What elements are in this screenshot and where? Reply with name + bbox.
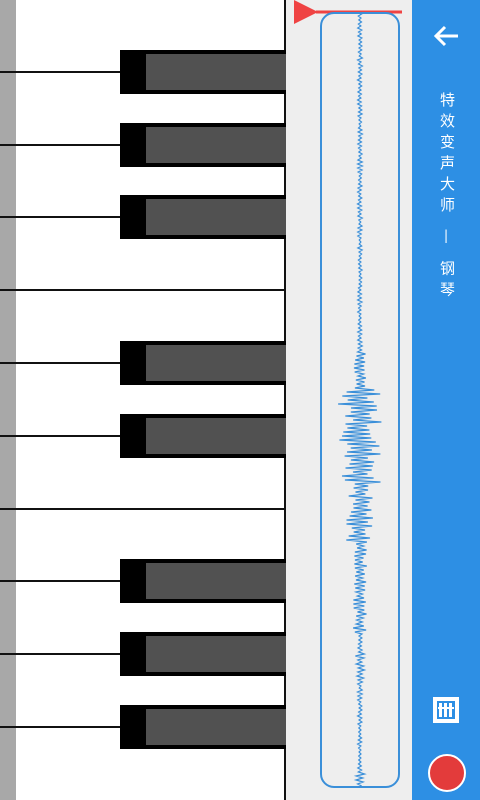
black-key-7[interactable]: [120, 632, 286, 676]
black-key-5[interactable]: [120, 414, 286, 458]
black-key-body: [146, 636, 286, 672]
waveform-scroll-box[interactable]: [320, 12, 400, 788]
black-key-body: [146, 563, 286, 599]
arrow-left-icon: [433, 25, 458, 47]
black-key-body: [146, 199, 286, 235]
black-key-2[interactable]: [120, 123, 286, 167]
black-key-8[interactable]: [120, 705, 286, 749]
key-divider: [0, 508, 284, 510]
piano-keyboard: [0, 0, 286, 800]
record-button[interactable]: [428, 754, 466, 792]
audio-waveform: [338, 14, 382, 786]
black-key-body: [146, 418, 286, 454]
side-toolbar: 特效变声大师 — 钢琴: [412, 0, 480, 800]
piano-keyboard-icon: [433, 697, 459, 723]
keyboard-toggle-button[interactable]: [431, 694, 461, 726]
black-key-1[interactable]: [120, 50, 286, 94]
black-key-body: [146, 345, 286, 381]
black-key-body: [146, 127, 286, 163]
black-key-body: [146, 709, 286, 745]
waveform-panel: [286, 0, 412, 800]
black-key-3[interactable]: [120, 195, 286, 239]
black-key-4[interactable]: [120, 341, 286, 385]
back-button[interactable]: [428, 18, 464, 54]
page-title: 特效变声大师 — 钢琴: [438, 92, 456, 303]
black-key-6[interactable]: [120, 559, 286, 603]
black-key-body: [146, 54, 286, 90]
key-divider: [0, 289, 284, 291]
